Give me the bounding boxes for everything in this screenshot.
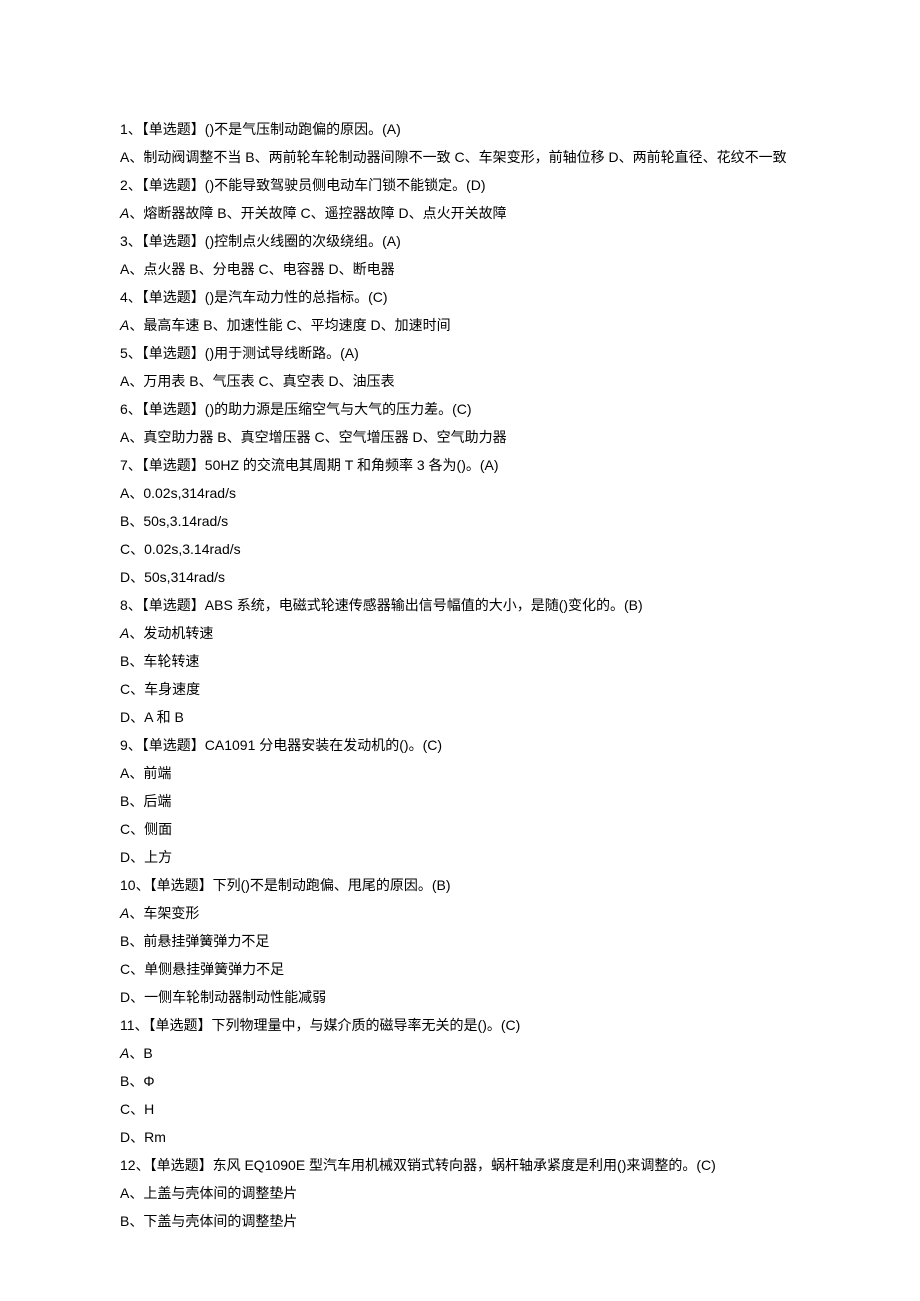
question-stem: 1、【单选题】()不是气压制动跑偏的原因。(A) [120, 115, 800, 143]
option-letter-a: A [120, 317, 129, 333]
option-letter-a: A [120, 205, 129, 221]
question-option: A、前端 [120, 759, 800, 787]
option-letter-a: A [120, 625, 129, 641]
question-option: B、Φ [120, 1067, 800, 1095]
question-option: D、50s,314rad/s [120, 563, 800, 591]
question-stem: 9、【单选题】CA1091 分电器安装在发动机的()。(C) [120, 731, 800, 759]
question-option: B、车轮转速 [120, 647, 800, 675]
option-letter-a: A [120, 1045, 129, 1061]
question-option: B、后端 [120, 787, 800, 815]
question-options: A、制动阀调整不当 B、两前轮车轮制动器间隙不一致 C、车架变形，前轴位移 D、… [120, 143, 800, 171]
question-stem: 11、【单选题】下列物理量中，与媒介质的磁导率无关的是()。(C) [120, 1011, 800, 1039]
question-option: C、H [120, 1095, 800, 1123]
question-option: A、上盖与壳体间的调整垫片 [120, 1179, 800, 1207]
question-option: A、发动机转速 [120, 619, 800, 647]
option-text: 、B [129, 1045, 152, 1061]
question-option: D、上方 [120, 843, 800, 871]
option-text: 、最高车速 B、加速性能 C、平均速度 D、加速时间 [129, 317, 450, 333]
question-stem: 2、【单选题】()不能导致驾驶员侧电动车门锁不能锁定。(D) [120, 171, 800, 199]
question-options: A、点火器 B、分电器 C、电容器 D、断电器 [120, 255, 800, 283]
option-letter-a: A [120, 905, 129, 921]
question-option: A、0.02s,314rad/s [120, 479, 800, 507]
question-option: B、前悬挂弹簧弹力不足 [120, 927, 800, 955]
question-options: A、万用表 B、气压表 C、真空表 D、油压表 [120, 367, 800, 395]
question-option: C、侧面 [120, 815, 800, 843]
question-option: B、50s,3.14rad/s [120, 507, 800, 535]
question-option: D、A 和 B [120, 703, 800, 731]
question-option: C、车身速度 [120, 675, 800, 703]
question-stem: 6、【单选题】()的助力源是压缩空气与大气的压力差。(C) [120, 395, 800, 423]
question-option: D、Rm [120, 1123, 800, 1151]
question-stem: 8、【单选题】ABS 系统，电磁式轮速传感器输出信号幅值的大小，是随()变化的。… [120, 591, 800, 619]
option-text: 、熔断器故障 B、开关故障 C、遥控器故障 D、点火开关故障 [129, 205, 506, 221]
question-stem: 12、【单选题】东风 EQ1090E 型汽车用机械双销式转向器，蜗杆轴承紧度是利… [120, 1151, 800, 1179]
question-stem: 7、【单选题】50HZ 的交流电其周期 T 和角频率 3 各为()。(A) [120, 451, 800, 479]
question-options: A、真空助力器 B、真空增压器 C、空气增压器 D、空气助力器 [120, 423, 800, 451]
question-stem: 5、【单选题】()用于测试导线断路。(A) [120, 339, 800, 367]
question-stem: 4、【单选题】()是汽车动力性的总指标。(C) [120, 283, 800, 311]
question-option: B、下盖与壳体间的调整垫片 [120, 1207, 800, 1235]
question-option: A、车架变形 [120, 899, 800, 927]
option-text: 、车架变形 [129, 905, 199, 921]
question-option: D、一侧车轮制动器制动性能减弱 [120, 983, 800, 1011]
question-options: A、最高车速 B、加速性能 C、平均速度 D、加速时间 [120, 311, 800, 339]
question-option: C、0.02s,3.14rad/s [120, 535, 800, 563]
question-option: C、单侧悬挂弹簧弹力不足 [120, 955, 800, 983]
question-stem: 3、【单选题】()控制点火线圈的次级绕组。(A) [120, 227, 800, 255]
question-option: A、B [120, 1039, 800, 1067]
question-stem: 10、【单选题】下列()不是制动跑偏、甩尾的原因。(B) [120, 871, 800, 899]
question-options: A、熔断器故障 B、开关故障 C、遥控器故障 D、点火开关故障 [120, 199, 800, 227]
option-text: 、发动机转速 [129, 625, 213, 641]
document-page: 1、【单选题】()不是气压制动跑偏的原因。(A) A、制动阀调整不当 B、两前轮… [0, 0, 920, 1295]
